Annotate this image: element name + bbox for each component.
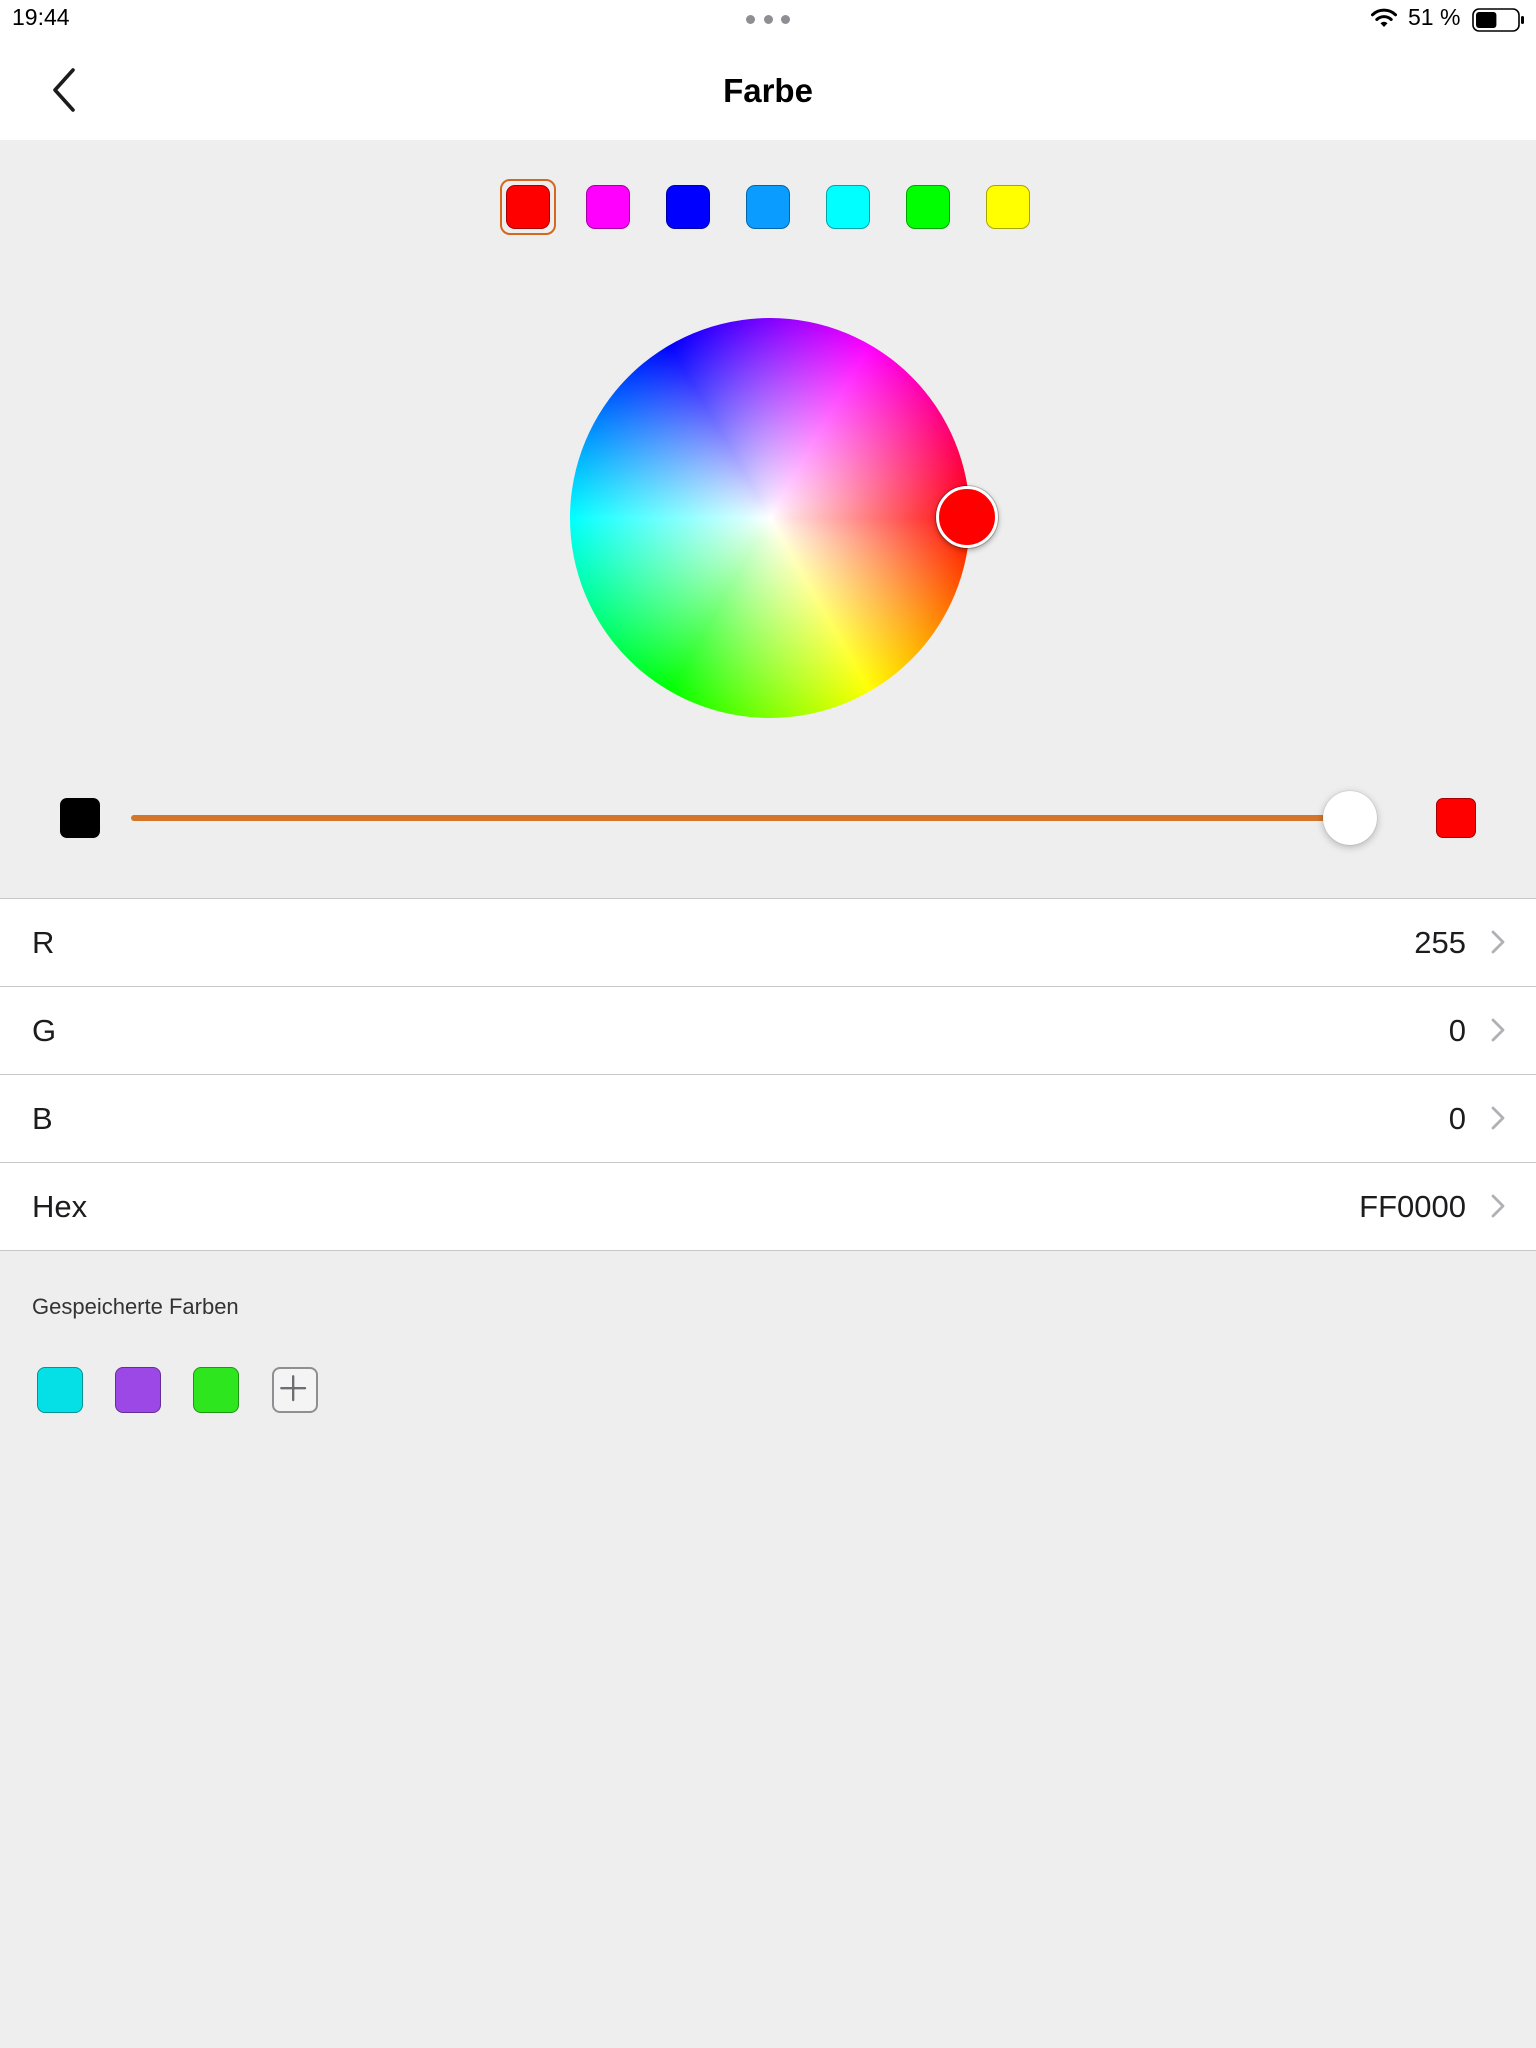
row-value: 255	[1414, 925, 1466, 960]
multitasking-dots-icon[interactable]	[746, 15, 790, 24]
brightness-slider-thumb[interactable]	[1323, 791, 1377, 845]
preset-swatch-sky-blue[interactable]	[746, 185, 790, 229]
brightness-slider-track[interactable]	[131, 815, 1377, 821]
row-hex[interactable]: Hex FF0000	[0, 1163, 1536, 1250]
status-time: 19:44	[12, 4, 70, 30]
preset-swatch-cyan[interactable]	[826, 185, 870, 229]
row-label: Hex	[32, 1189, 88, 1224]
color-value-list: R 255 G 0 B 0 Hex FF0000	[0, 898, 1536, 1251]
slider-max-swatch	[1436, 798, 1476, 838]
saved-swatch-purple[interactable]	[115, 1367, 161, 1413]
preset-swatch-blue[interactable]	[666, 185, 710, 229]
row-red[interactable]: R 255	[0, 899, 1536, 987]
saved-colors-heading: Gespeicherte Farben	[32, 1294, 239, 1319]
color-wheel[interactable]	[570, 318, 970, 718]
saved-swatch-green[interactable]	[193, 1367, 239, 1413]
slider-min-swatch	[60, 798, 100, 838]
page-title: Farbe	[723, 72, 813, 109]
row-value: 0	[1448, 1101, 1466, 1136]
row-value: 0	[1448, 1013, 1466, 1048]
preset-swatch-red[interactable]	[506, 185, 550, 229]
color-wheel-handle[interactable]	[936, 486, 998, 548]
navigation-bar: Farbe	[0, 40, 1536, 140]
wifi-icon	[1371, 8, 1397, 27]
status-bar: 19:44 51 %	[0, 0, 1536, 40]
add-color-button[interactable]	[272, 1367, 318, 1413]
row-value: FF0000	[1359, 1189, 1466, 1224]
preset-swatch-magenta[interactable]	[586, 185, 630, 229]
battery-percent: 51 %	[1408, 4, 1461, 30]
chevron-right-icon	[1491, 1018, 1505, 1042]
row-label: B	[32, 1101, 53, 1136]
preset-swatch-green[interactable]	[906, 185, 950, 229]
chevron-right-icon	[1491, 930, 1505, 954]
chevron-right-icon	[1491, 1194, 1505, 1218]
row-blue[interactable]: B 0	[0, 1075, 1536, 1163]
chevron-right-icon	[1491, 1106, 1505, 1130]
battery-icon	[1472, 8, 1524, 32]
row-green[interactable]: G 0	[0, 987, 1536, 1075]
preset-swatch-yellow[interactable]	[986, 185, 1030, 229]
row-label: R	[32, 925, 55, 960]
saved-swatch-cyan[interactable]	[37, 1367, 83, 1413]
row-label: G	[32, 1013, 57, 1048]
